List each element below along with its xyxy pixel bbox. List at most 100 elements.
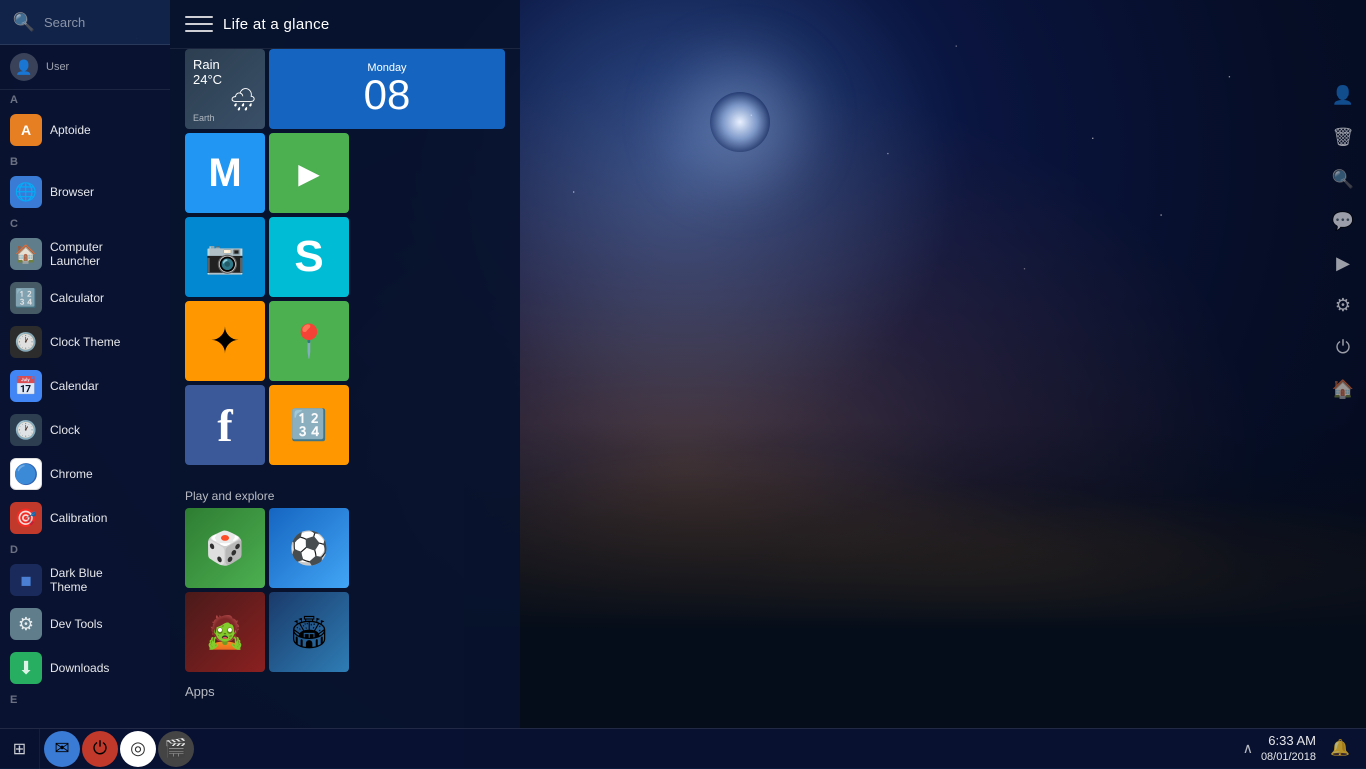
camera-tile[interactable]: 📷 — [185, 217, 265, 297]
clock-label: Clock — [50, 423, 80, 437]
user-label: User — [46, 61, 69, 73]
weather-location: Earth — [193, 113, 257, 123]
sidebar-item-chrome[interactable]: 🔵 Chrome — [0, 452, 170, 496]
calendar-tile[interactable]: Monday 08 — [269, 49, 505, 129]
search-icon: 🔍 — [10, 8, 38, 36]
strip-search-icon[interactable]: 🔍 — [1328, 164, 1358, 194]
calibration-label: Calibration — [50, 511, 107, 525]
browser-label: Browser — [50, 185, 94, 199]
photos-icon: ✦ — [210, 320, 240, 362]
strip-whatsapp-icon[interactable]: 💬 — [1328, 206, 1358, 236]
taskbar-chrome-icon[interactable]: ◎ — [120, 731, 156, 767]
skype-tile[interactable]: S — [269, 217, 349, 297]
strip-settings-icon[interactable]: ⚙ — [1328, 290, 1358, 320]
alpha-a: A — [0, 90, 170, 108]
section-title-play: Play and explore — [170, 479, 520, 508]
strip-recycle-icon[interactable]: 🗑 — [1328, 122, 1358, 152]
taskbar-chevron-up[interactable]: ∧ — [1243, 740, 1253, 757]
sidebar-item-browser[interactable]: 🌐 Browser — [0, 170, 170, 214]
search-input[interactable] — [38, 15, 160, 30]
computer-launcher-icon: 🏠 — [10, 238, 42, 270]
tiles-row-5: f 🔢 — [185, 385, 505, 465]
sidebar-item-calendar[interactable]: 📅 Calendar — [0, 364, 170, 408]
panel-header: Life at a glance — [170, 0, 520, 49]
sidebar-item-dev-tools[interactable]: ⚙ Dev Tools — [0, 602, 170, 646]
tiles-row-2: M ▶ — [185, 133, 505, 213]
play-store-tile[interactable]: ▶ — [269, 133, 349, 213]
games-row-2: 🧟 🏟 — [170, 592, 520, 676]
calculator-label: Calculator — [50, 291, 104, 305]
aptoide-label: Aptoide — [50, 123, 91, 137]
taskbar-media-icon[interactable]: 🎬 — [158, 731, 194, 767]
strip-youtube-icon[interactable]: ▶ — [1328, 248, 1358, 278]
taskbar-systray: ∧ 6:33 AM 08/01/2018 🔔 — [1233, 732, 1366, 766]
weather-condition: Rain — [193, 57, 257, 72]
panel-title: Life at a glance — [223, 16, 330, 33]
maps-tile[interactable]: 📍 — [269, 301, 349, 381]
sidebar-item-clock-theme[interactable]: 🕐 Clock Theme — [0, 320, 170, 364]
chrome-label: Chrome — [50, 467, 93, 481]
sidebar-item-aptoide[interactable]: A Aptoide — [0, 108, 170, 152]
taskbar-notification-bell[interactable]: 🔔 — [1324, 732, 1356, 764]
sidebar-user-row[interactable]: 👤 User — [0, 45, 170, 90]
taskbar-clock: 6:33 AM 08/01/2018 — [1261, 732, 1316, 766]
facebook-tile[interactable]: f — [185, 385, 265, 465]
dark-blue-theme-label: Dark BlueTheme — [50, 566, 103, 595]
games-row-1: 🎲 ⚽ — [170, 508, 520, 592]
calendar-date: 08 — [364, 74, 411, 116]
dev-tools-icon: ⚙ — [10, 608, 42, 640]
strip-user-icon[interactable]: 👤 — [1328, 80, 1358, 110]
sidebar-item-clock[interactable]: 🕐 Clock — [0, 408, 170, 452]
strip-power-icon[interactable]: ⏻ — [1328, 332, 1358, 362]
camera-icon: 📷 — [205, 238, 245, 276]
calculator-icon: 🔢 — [10, 282, 42, 314]
sidebar-item-calculator[interactable]: 🔢 Calculator — [0, 276, 170, 320]
skype-icon: S — [294, 232, 323, 282]
strip-home-icon[interactable]: 🏠 — [1328, 374, 1358, 404]
weather-icon: 🌧 — [193, 87, 257, 113]
calendar-label: Calendar — [50, 379, 99, 393]
alpha-d: D — [0, 540, 170, 558]
clock-icon: 🕐 — [10, 414, 42, 446]
tiles-row-4: ✦ 📍 — [185, 301, 505, 381]
sidebar-item-computer-launcher[interactable]: 🏠 ComputerLauncher — [0, 232, 170, 276]
hamburger-menu[interactable] — [185, 10, 213, 38]
calibration-icon: 🎯 — [10, 502, 42, 534]
sidebar: 🔍 👤 User A A Aptoide B 🌐 Browser C 🏠 Com… — [0, 0, 170, 728]
game-tile-3[interactable]: 🧟 — [185, 592, 265, 672]
game-icon-1: 🎲 — [185, 508, 265, 588]
tiles-row-1: Rain 24°C 🌧 Earth Monday 08 — [185, 49, 505, 129]
section-title-apps: Apps — [170, 676, 520, 703]
sidebar-item-downloads[interactable]: ⬇ Downloads — [0, 646, 170, 690]
taskbar-power-icon[interactable]: ⏻ — [82, 731, 118, 767]
chrome-icon: 🔵 — [10, 458, 42, 490]
computer-launcher-label: ComputerLauncher — [50, 240, 103, 269]
sidebar-item-calibration[interactable]: 🎯 Calibration — [0, 496, 170, 540]
taskbar-date-value: 08/01/2018 — [1261, 750, 1316, 765]
calculator-tile-icon: 🔢 — [290, 408, 327, 443]
app-panel: Life at a glance Life at a glance Rain 2… — [170, 0, 520, 728]
taskbar-grid-button[interactable]: ⊞ — [0, 729, 40, 769]
game-tile-1[interactable]: 🎲 — [185, 508, 265, 588]
downloads-icon: ⬇ — [10, 652, 42, 684]
calculator-tile[interactable]: 🔢 — [269, 385, 349, 465]
tiles-row-3: 📷 S — [185, 217, 505, 297]
game-icon-3: 🧟 — [185, 592, 265, 672]
mountains — [464, 422, 1366, 768]
downloads-label: Downloads — [50, 661, 109, 675]
taskbar-apps: ✉ ⏻ ◎ 🎬 — [40, 731, 198, 767]
aptoide-icon: A — [10, 114, 42, 146]
taskbar: ⊞ ✉ ⏻ ◎ 🎬 ∧ 6:33 AM 08/01/2018 🔔 — [0, 728, 1366, 768]
game-tile-2[interactable]: ⚽ — [269, 508, 349, 588]
user-avatar: 👤 — [10, 53, 38, 81]
weather-temperature: 24°C — [193, 72, 257, 87]
sidebar-item-dark-blue-theme[interactable]: ◼ Dark BlueTheme — [0, 558, 170, 602]
alpha-b: B — [0, 152, 170, 170]
gmail-tile[interactable]: M — [185, 133, 265, 213]
browser-icon: 🌐 — [10, 176, 42, 208]
game-tile-4[interactable]: 🏟 — [269, 592, 349, 672]
weather-tile[interactable]: Rain 24°C 🌧 Earth — [185, 49, 265, 129]
search-bar[interactable]: 🔍 — [0, 0, 170, 45]
photos-tile[interactable]: ✦ — [185, 301, 265, 381]
taskbar-mail-icon[interactable]: ✉ — [44, 731, 80, 767]
